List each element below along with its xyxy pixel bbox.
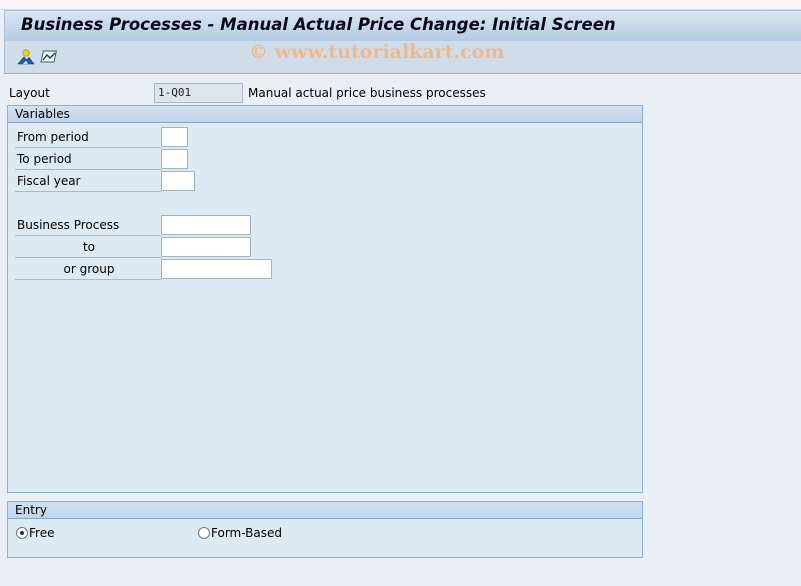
chart-line-icon[interactable] [40, 48, 58, 66]
layout-field[interactable]: 1-Q01 [154, 83, 243, 103]
title-bar: Business Processes - Manual Actual Price… [4, 10, 801, 41]
entry-group-title: Entry [8, 502, 642, 519]
business-process-from-input[interactable] [161, 215, 251, 235]
from-period-input[interactable] [161, 127, 188, 147]
variables-group: Variables From period To period Fiscal y… [7, 105, 643, 493]
business-process-to-input[interactable] [161, 237, 251, 257]
entry-form-based-radio[interactable]: Form-Based [198, 526, 282, 542]
watermark-text: © www.tutorialkart.com [249, 41, 505, 63]
from-period-label: From period [15, 128, 161, 148]
or-group-label: or group [15, 260, 161, 280]
business-process-to-row: to [15, 237, 275, 258]
business-process-label: Business Process [15, 216, 161, 236]
radio-unselected-icon[interactable] [198, 527, 210, 539]
fiscal-year-input[interactable] [161, 171, 195, 191]
entry-free-label: Free [29, 526, 55, 540]
application-toolbar: © www.tutorialkart.com [4, 41, 801, 74]
window-top-strip [0, 0, 801, 10]
fiscal-year-label: Fiscal year [15, 172, 161, 192]
entry-form-based-label: Form-Based [211, 526, 282, 540]
page-title: Business Processes - Manual Actual Price… [21, 15, 616, 34]
to-period-row: To period [15, 149, 215, 170]
business-process-row: Business Process [15, 215, 275, 236]
to-period-label: To period [15, 150, 161, 170]
layout-row: Layout 1-Q01 Manual actual price busines… [0, 82, 801, 104]
or-group-row: or group [15, 259, 275, 280]
layout-label: Layout [9, 86, 50, 100]
variables-group-title: Variables [8, 106, 642, 123]
entry-free-radio[interactable]: Free [16, 526, 54, 542]
from-period-row: From period [15, 127, 215, 148]
business-process-to-label: to [15, 238, 161, 258]
radio-selected-icon[interactable] [16, 527, 28, 539]
to-period-input[interactable] [161, 149, 188, 169]
layout-description: Manual actual price business processes [248, 86, 486, 100]
or-group-input[interactable] [161, 259, 272, 279]
fiscal-year-row: Fiscal year [15, 171, 215, 192]
entry-group: Entry Free Form-Based [7, 501, 643, 558]
person-mountain-icon[interactable] [17, 48, 35, 66]
